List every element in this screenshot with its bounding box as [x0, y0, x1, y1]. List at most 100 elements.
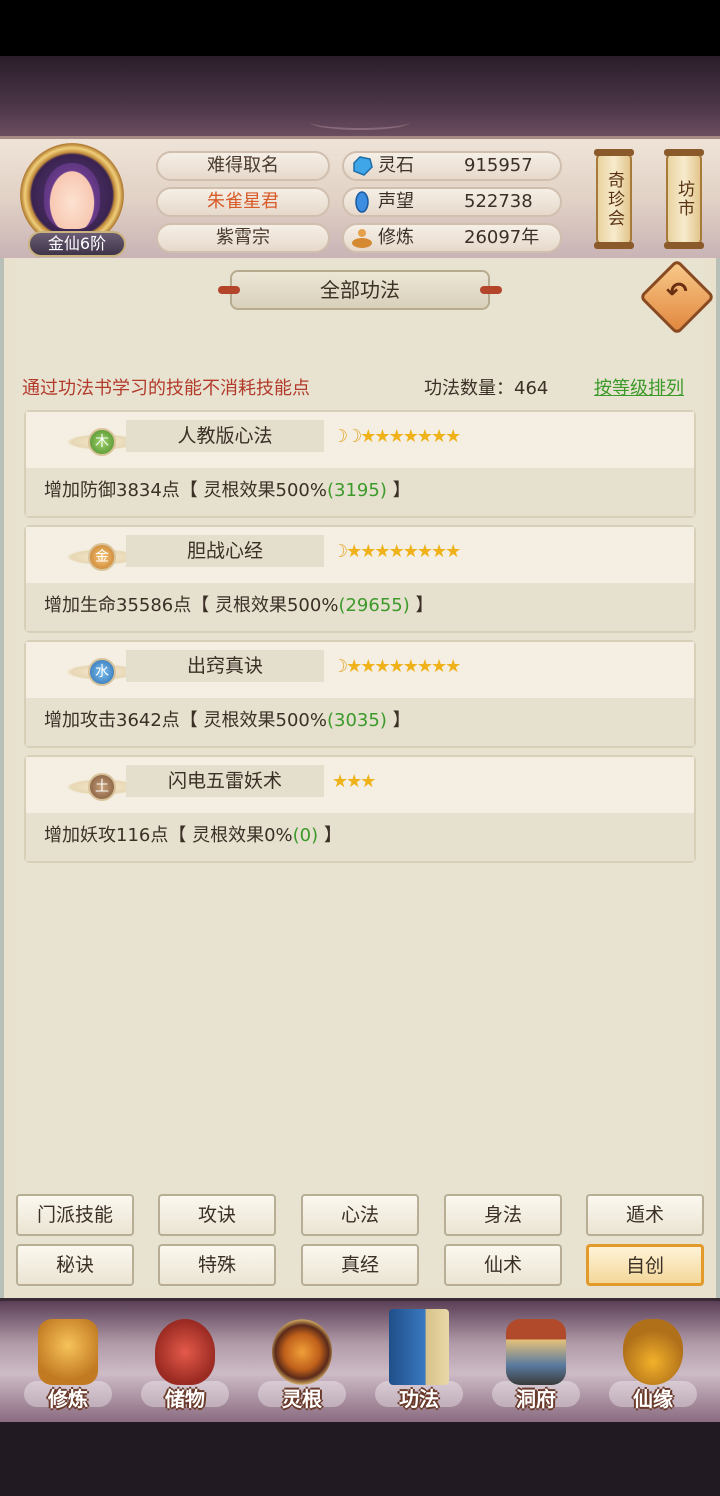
- nav-fate[interactable]: 仙缘: [603, 1315, 703, 1419]
- nav-skills[interactable]: 功法: [369, 1309, 469, 1419]
- gourd-icon: [623, 1319, 683, 1385]
- resource-label: 修炼: [378, 227, 414, 248]
- title-ornament-right: [480, 286, 502, 294]
- star-icon: ★: [430, 656, 447, 677]
- player-title: 朱雀星君: [156, 187, 330, 217]
- nav-label: 灵根: [282, 1387, 322, 1411]
- effect-bracket: 】: [386, 480, 411, 501]
- skill-card[interactable]: 土 闪电五雷妖术 ★★★ 增加妖攻116点【 灵根效果0%(0) 】: [24, 755, 696, 863]
- effect-text: 增加防御3834点【 灵根效果500%: [44, 480, 327, 501]
- tab-self-created[interactable]: 自创: [586, 1244, 704, 1286]
- star-icon: ★: [346, 771, 362, 792]
- effect-value: (3035): [327, 710, 387, 731]
- star-icon: ★: [346, 656, 362, 677]
- tab-sect-skills[interactable]: 门派技能: [16, 1194, 134, 1236]
- tab-special[interactable]: 特殊: [158, 1244, 276, 1286]
- skill-name: 出窍真诀: [126, 650, 324, 682]
- resource-value: 26097年: [464, 227, 540, 248]
- avatar[interactable]: 金仙6阶: [18, 143, 128, 257]
- skill-card-header: 水 出窍真诀 ☽★★★★★★★★: [26, 642, 694, 700]
- skill-card-header: 木 人教版心法 ☽☽★★★★★★★: [26, 412, 694, 470]
- nav-label: 洞府: [516, 1387, 556, 1411]
- skill-tip: 通过功法书学习的技能不消耗技能点: [22, 378, 310, 399]
- star-icon: ★: [402, 656, 419, 677]
- nav-cultivate[interactable]: 修炼: [18, 1315, 118, 1419]
- cultivation-icon: [352, 229, 372, 248]
- top-decor-band: [0, 56, 720, 136]
- skill-effect: 增加妖攻116点【 灵根效果0%(0) 】: [44, 819, 342, 853]
- effect-text: 增加生命35586点【 灵根效果500%: [44, 595, 339, 616]
- nav-storage[interactable]: 储物: [135, 1315, 235, 1419]
- nav-label: 储物: [165, 1387, 205, 1411]
- star-icon: ★: [374, 656, 390, 677]
- tab-escape[interactable]: 遁术: [586, 1194, 704, 1236]
- tab-immortal-art[interactable]: 仙术: [444, 1244, 562, 1286]
- status-bar-area: [0, 0, 720, 56]
- tab-mind-art[interactable]: 心法: [301, 1194, 419, 1236]
- skill-effect-row: 增加攻击3642点【 灵根效果500%(3035) 】: [26, 698, 694, 746]
- star-icon: ★: [360, 771, 376, 792]
- player-sect: 紫霄宗: [156, 223, 330, 253]
- rank-badge: 金仙6阶: [28, 231, 126, 257]
- back-arrow-icon: ↶: [666, 277, 688, 308]
- bottom-nav: 修炼 储物 灵根 功法 洞府 仙缘: [0, 1298, 720, 1422]
- ornament: [310, 114, 410, 130]
- resource-cultivation: 修炼 26097年: [342, 223, 562, 253]
- star-icon: ★: [346, 541, 362, 562]
- skill-effect-row: 增加防御3834点【 灵根效果500%(3195) 】: [26, 468, 694, 516]
- star-icon: ★: [388, 426, 405, 447]
- spirit-root-icon: [272, 1319, 332, 1385]
- star-icon: ★: [445, 656, 461, 677]
- skill-effect: 增加防御3834点【 灵根效果500%(3195) 】: [44, 474, 411, 508]
- star-icon: ★: [374, 541, 390, 562]
- skill-card[interactable]: 木 人教版心法 ☽☽★★★★★★★ 增加防御3834点【 灵根效果500%(31…: [24, 410, 696, 518]
- resource-value: 915957: [464, 155, 533, 176]
- tab-attack[interactable]: 攻诀: [158, 1194, 276, 1236]
- effect-bracket: 】: [386, 710, 411, 731]
- panel-title: 全部功法: [218, 270, 502, 310]
- treasure-auction-button[interactable]: 奇珍会: [594, 149, 634, 249]
- sort-by-level-link[interactable]: 按等级排列: [594, 374, 684, 400]
- effect-bracket: 】: [318, 825, 342, 846]
- skill-card[interactable]: 水 出窍真诀 ☽★★★★★★★★ 增加攻击3642点【 灵根效果500%(303…: [24, 640, 696, 748]
- star-icon: ★: [388, 541, 405, 562]
- star-icon: ★: [402, 541, 419, 562]
- skill-card[interactable]: 金 胆战心经 ☽★★★★★★★★ 增加生命35586点【 灵根效果500%(29…: [24, 525, 696, 633]
- skill-count: 功法数量：464: [424, 378, 549, 399]
- moon-icon: ☽: [332, 426, 348, 447]
- skill-name: 人教版心法: [126, 420, 324, 452]
- skill-book-icon: [389, 1309, 449, 1385]
- star-icon: ★: [445, 541, 461, 562]
- skill-level-stars: ★★★: [332, 771, 376, 793]
- nav-spirit-root[interactable]: 灵根: [252, 1315, 352, 1419]
- effect-value: (29655): [338, 595, 410, 616]
- tab-secret[interactable]: 秘诀: [16, 1244, 134, 1286]
- market-button[interactable]: 坊市: [664, 149, 704, 249]
- skill-card-header: 金 胆战心经 ☽★★★★★★★★: [26, 527, 694, 585]
- star-icon: ★: [416, 541, 433, 562]
- moon-icon: ☽: [332, 656, 348, 677]
- player-header: 金仙6阶 难得取名 朱雀星君 紫霄宗 灵石 915957 声望 522738 修…: [0, 136, 720, 258]
- star-icon: ★: [430, 426, 447, 447]
- spirit-stone-icon: [353, 156, 373, 176]
- cave-dwelling-icon: [506, 1319, 566, 1385]
- player-name: 难得取名: [156, 151, 330, 181]
- star-icon: ★: [388, 656, 405, 677]
- star-icon: ★: [360, 426, 376, 447]
- skill-effect-row: 增加妖攻116点【 灵根效果0%(0) 】: [26, 813, 694, 861]
- star-icon: ★: [445, 426, 461, 447]
- skill-effect: 增加生命35586点【 灵根效果500%(29655) 】: [44, 589, 434, 623]
- water-element-icon: 水: [88, 658, 116, 686]
- tab-scripture[interactable]: 真经: [301, 1244, 419, 1286]
- nav-label: 修炼: [48, 1387, 88, 1411]
- skill-effect: 增加攻击3642点【 灵根效果500%(3035) 】: [44, 704, 411, 738]
- metal-element-icon: 金: [88, 543, 116, 571]
- tab-movement[interactable]: 身法: [444, 1194, 562, 1236]
- nav-label: 功法: [399, 1387, 439, 1411]
- nav-label: 仙缘: [633, 1387, 673, 1411]
- earth-element-icon: 土: [88, 773, 116, 801]
- skill-level-stars: ☽★★★★★★★★: [332, 541, 461, 563]
- nav-cave[interactable]: 洞府: [486, 1315, 586, 1419]
- effect-text: 增加攻击3642点【 灵根效果500%: [44, 710, 327, 731]
- resource-spirit-stone: 灵石 915957: [342, 151, 562, 181]
